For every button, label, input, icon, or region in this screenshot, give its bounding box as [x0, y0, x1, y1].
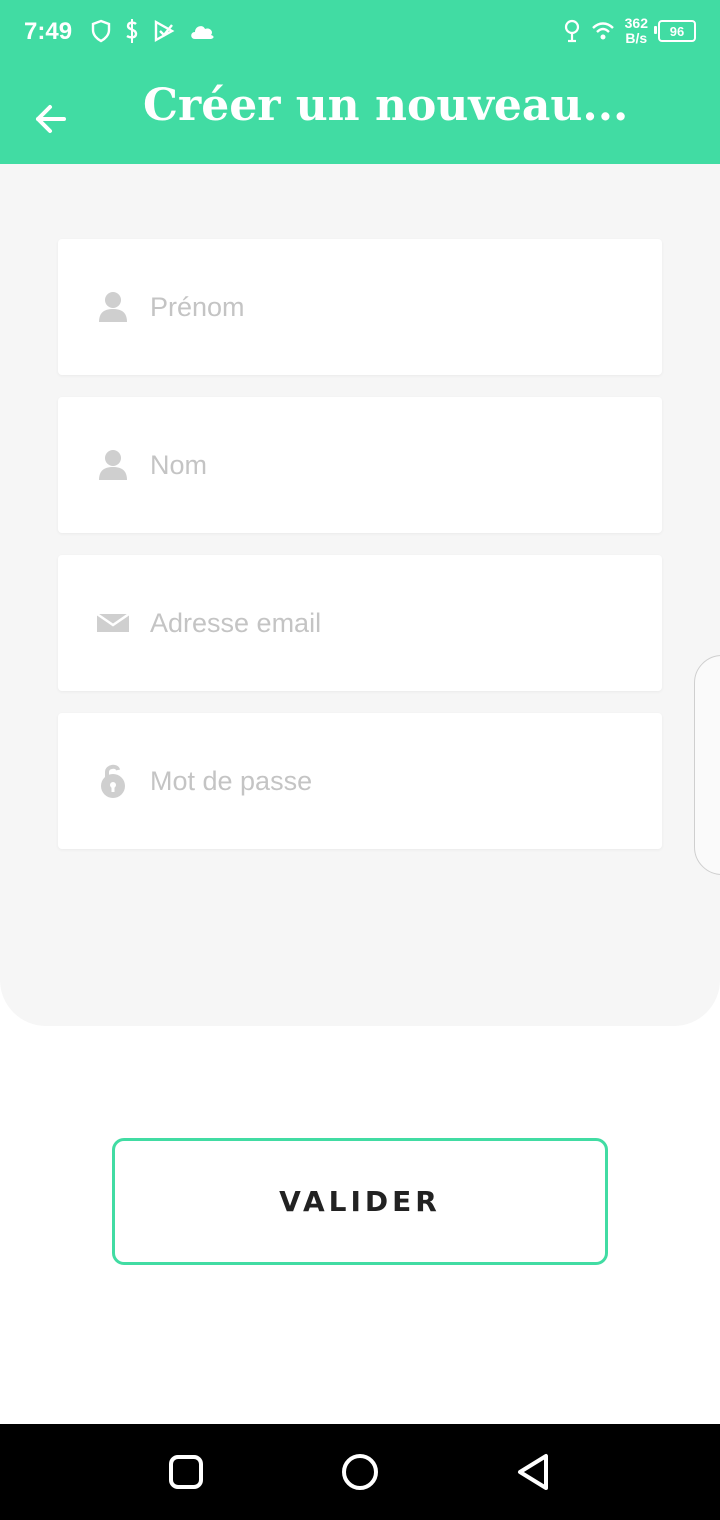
dollar-icon	[126, 19, 138, 43]
back-nav-button[interactable]	[512, 1450, 556, 1494]
network-speed-value: 362	[624, 15, 648, 31]
arrow-left-icon	[36, 105, 66, 133]
email-input[interactable]	[148, 606, 632, 640]
validate-button-label: VALIDER	[279, 1185, 441, 1218]
password-field[interactable]	[58, 713, 662, 849]
status-system-icons: 362 B/s 96	[563, 16, 696, 46]
location-pin-icon	[564, 19, 579, 43]
first-name-input[interactable]	[148, 290, 632, 324]
battery-level: 96	[669, 23, 685, 39]
square-icon	[169, 1455, 203, 1489]
network-speed-unit: B/s	[625, 30, 648, 46]
status-time: 7:49	[24, 18, 73, 45]
email-field[interactable]	[58, 555, 662, 691]
system-nav-bar	[0, 1424, 720, 1520]
password-input[interactable]	[148, 764, 632, 798]
edge-panel-handle[interactable]	[694, 655, 720, 875]
home-button[interactable]	[338, 1450, 382, 1494]
status-bar: 7:49 362 B/s 96	[0, 0, 720, 64]
last-name-input[interactable]	[148, 448, 632, 482]
triangle-back-icon	[518, 1454, 548, 1490]
circle-icon	[342, 1454, 378, 1490]
battery-icon: 96	[654, 20, 696, 42]
network-speed: 362 B/s	[625, 16, 648, 46]
first-name-field[interactable]	[58, 239, 662, 375]
recent-apps-button[interactable]	[164, 1450, 208, 1494]
person-icon	[96, 448, 130, 482]
back-button[interactable]	[26, 94, 76, 144]
status-notification-icons	[90, 18, 216, 44]
validate-button[interactable]: VALIDER	[112, 1138, 608, 1265]
cloud-icon	[191, 26, 214, 39]
play-store-icon	[154, 19, 175, 43]
person-icon	[96, 290, 130, 324]
page-title: Créer un nouveau...	[143, 80, 629, 131]
lock-icon	[96, 763, 130, 799]
app-bar: Créer un nouveau...	[0, 64, 720, 164]
envelope-icon	[96, 612, 130, 634]
last-name-field[interactable]	[58, 397, 662, 533]
wifi-icon	[591, 22, 614, 40]
shield-icon	[91, 19, 111, 43]
